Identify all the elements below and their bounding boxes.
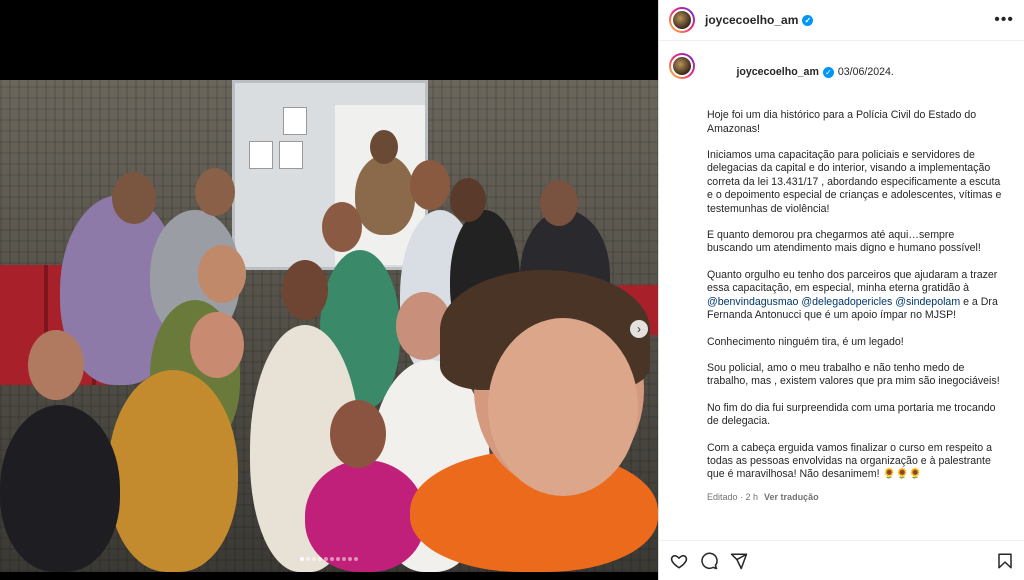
caption-date: 03/06/2024. [837, 66, 894, 79]
caption-paragraph: Sou policial, amo o meu trabalho e não t… [707, 361, 1000, 388]
mention-link[interactable]: @sindepolam [895, 296, 960, 308]
carousel-dots [0, 548, 658, 566]
caption-paragraph: No fim do dia fui surpreendida com uma p… [707, 401, 999, 428]
caption-paragraph: Conhecimento ninguém tira, é um legado! [707, 335, 904, 348]
caption-paragraph: Iniciamos uma capacitação para policiais… [707, 149, 1005, 215]
group-selfie-photo [0, 80, 658, 572]
caption-paragraph: E quanto demorou pra chegarmos até aqui…… [707, 229, 981, 255]
avatar[interactable] [669, 7, 695, 33]
see-translation-link[interactable]: Ver tradução [764, 492, 819, 502]
caption-username[interactable]: joycecoelho_am [736, 66, 818, 78]
mention-link[interactable]: @benvindagusmao [707, 296, 798, 308]
post-side-panel: joycecoelho_am ✓ ••• joycecoelho_am ✓ 03/06… [658, 0, 1024, 580]
comment-icon[interactable] [699, 551, 719, 571]
bookmark-icon[interactable] [995, 551, 1015, 571]
caption-paragraph: Quanto orgulho eu tenho dos parceiros qu… [707, 268, 1001, 322]
post-media: › [0, 0, 658, 580]
caption: joycecoelho_am ✓ 03/06/2024. Hoje foi um d… [659, 41, 1024, 504]
post-meta: Editado · 2 h Ver tradução [707, 491, 1003, 504]
post-header: joycecoelho_am ✓ ••• [659, 0, 1024, 41]
heart-icon[interactable] [669, 551, 689, 571]
edited-label: Editado · 2 h [707, 491, 759, 502]
verified-icon: ✓ [822, 67, 834, 79]
caption-paragraph: Com a cabeça erguida vamos finalizar o c… [707, 441, 995, 481]
verified-icon: ✓ [802, 15, 814, 27]
header-username[interactable]: joycecoelho_am ✓ [705, 13, 814, 27]
more-icon[interactable]: ••• [994, 11, 1014, 29]
caption-avatar[interactable] [669, 53, 695, 79]
action-bar [659, 540, 1024, 580]
share-icon[interactable] [729, 551, 749, 571]
next-arrow-icon[interactable]: › [630, 320, 648, 338]
caption-paragraph: Hoje foi um dia histórico para a Polícia… [707, 109, 979, 135]
mention-link[interactable]: @delegadopericles [801, 296, 892, 308]
